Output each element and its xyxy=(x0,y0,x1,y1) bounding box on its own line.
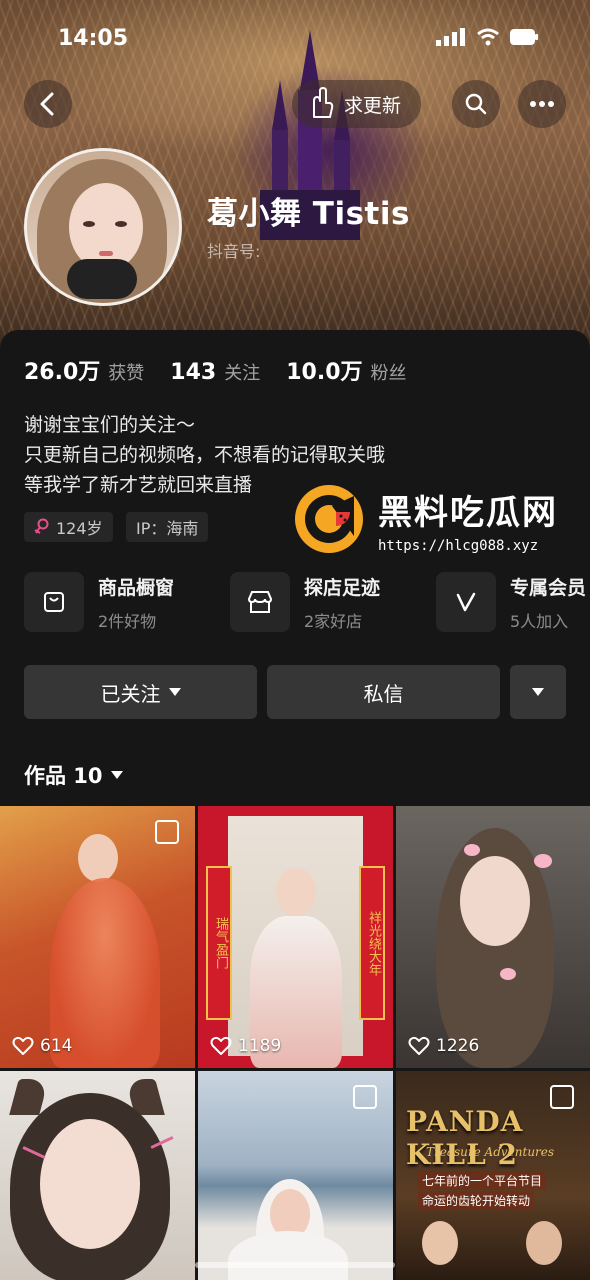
service-sub: 2家好店 xyxy=(304,611,363,631)
video-thumb[interactable] xyxy=(198,1071,393,1280)
service-title: 商品橱窗 xyxy=(98,576,175,599)
message-label: 私信 xyxy=(363,681,404,706)
status-time: 14:05 xyxy=(58,26,129,51)
ip-text: IP：海南 xyxy=(136,519,199,538)
video-thumb[interactable]: PANDA KILL 2 Treasure Adventures 七年前的一个平… xyxy=(396,1071,590,1280)
request-update-label: 求更新 xyxy=(344,94,402,117)
video-likes-count: 1189 xyxy=(238,1036,282,1056)
shopping-bag-icon xyxy=(44,592,64,612)
store-icon xyxy=(247,591,273,613)
age-text: 124岁 xyxy=(56,519,103,538)
watermark-url: https://hlcg088.xyz xyxy=(378,537,539,554)
female-icon xyxy=(34,518,49,534)
heart-icon xyxy=(12,1036,34,1055)
stat-likes-label: 获赞 xyxy=(108,363,145,384)
service-sub: 2件好物 xyxy=(98,611,157,631)
battery-icon xyxy=(510,29,538,45)
watermark-logo-icon xyxy=(295,485,363,553)
age-tag: 124岁 xyxy=(24,512,113,542)
stat-following-label: 关注 xyxy=(224,363,261,384)
video-likes-count: 1226 xyxy=(436,1036,480,1056)
watermark-title: 黑料吃瓜网 xyxy=(378,492,558,533)
caret-down-icon xyxy=(532,688,544,696)
message-button[interactable]: 私信 xyxy=(267,665,500,719)
search-button[interactable] xyxy=(452,80,500,128)
pointing-hand-icon xyxy=(313,87,334,118)
caret-down-icon xyxy=(168,688,181,696)
search-icon xyxy=(465,93,487,115)
game-caption: 七年前的一个平台节目 xyxy=(418,1171,547,1190)
game-subtitle: Treasure Adventures xyxy=(426,1145,555,1159)
stats-row: 26.0万 获赞 143 关注 10.0万 粉丝 xyxy=(24,354,407,386)
bio-line: 谢谢宝宝们的关注～ xyxy=(24,414,196,436)
back-button[interactable] xyxy=(24,80,72,128)
heart-icon xyxy=(210,1036,232,1055)
works-label: 作品 10 xyxy=(24,764,103,788)
vip-icon xyxy=(456,592,476,612)
douyin-id[interactable]: 抖音号: xyxy=(207,238,260,262)
video-thumb[interactable]: 1226 xyxy=(396,806,590,1068)
heart-icon xyxy=(408,1036,430,1055)
video-thumb[interactable] xyxy=(0,1071,195,1280)
wifi-icon xyxy=(477,28,499,46)
couplet-left: 瑞气盈门 xyxy=(206,866,232,1020)
stat-following[interactable]: 143 关注 xyxy=(170,359,260,385)
service-title: 探店足迹 xyxy=(304,576,381,599)
stat-following-value: 143 xyxy=(170,360,217,385)
stat-followers-label: 粉丝 xyxy=(370,363,407,384)
video-thumb[interactable]: 瑞气盈门 祥光绕大年 1189 xyxy=(198,806,393,1068)
followed-button[interactable]: 已关注 xyxy=(24,665,257,719)
service-vip[interactable]: 专属会员 5人加入 xyxy=(436,572,586,632)
chevron-left-icon xyxy=(40,92,54,116)
avatar[interactable] xyxy=(24,148,182,306)
nickname: 葛小舞 Tistis xyxy=(207,196,410,232)
more-dots-icon xyxy=(530,101,554,107)
home-indicator xyxy=(195,1262,395,1268)
more-button[interactable] xyxy=(518,80,566,128)
multi-image-icon xyxy=(155,820,179,844)
ip-tag: IP：海南 xyxy=(126,512,209,542)
game-title: PANDA KILL 2 xyxy=(406,1105,524,1171)
followed-label: 已关注 xyxy=(100,681,161,706)
bio-line: 只更新自己的视频咯，不想看的记得取关哦 xyxy=(24,444,386,466)
stat-likes-value: 26.0万 xyxy=(24,360,101,385)
signal-icon xyxy=(436,28,465,46)
video-thumb[interactable]: 614 xyxy=(0,806,195,1068)
caret-down-icon xyxy=(110,771,123,779)
couplet-right: 祥光绕大年 xyxy=(359,866,385,1020)
video-likes-count: 614 xyxy=(40,1036,73,1056)
recommend-toggle-button[interactable] xyxy=(510,665,566,719)
stat-likes[interactable]: 26.0万 获赞 xyxy=(24,354,144,386)
game-caption: 命运的齿轮开始转动 xyxy=(418,1191,535,1210)
service-sub: 5人加入 xyxy=(510,611,569,631)
stat-followers[interactable]: 10.0万 粉丝 xyxy=(286,354,406,386)
video-likes: 614 xyxy=(12,1036,72,1056)
works-tab[interactable]: 作品 10 xyxy=(24,760,123,790)
stat-followers-value: 10.0万 xyxy=(286,360,363,385)
request-update-button[interactable]: 求更新 xyxy=(292,80,422,128)
service-shop-window[interactable]: 商品橱窗 2件好物 xyxy=(24,572,174,632)
video-likes: 1189 xyxy=(210,1036,281,1056)
service-store-visits[interactable]: 探店足迹 2家好店 xyxy=(230,572,380,632)
multi-image-icon xyxy=(353,1085,377,1109)
video-likes: 1226 xyxy=(408,1036,479,1056)
service-title: 专属会员 xyxy=(510,576,587,599)
watermark: 黑料吃瓜网 https://hlcg088.xyz xyxy=(292,482,558,556)
status-icons xyxy=(436,28,538,46)
